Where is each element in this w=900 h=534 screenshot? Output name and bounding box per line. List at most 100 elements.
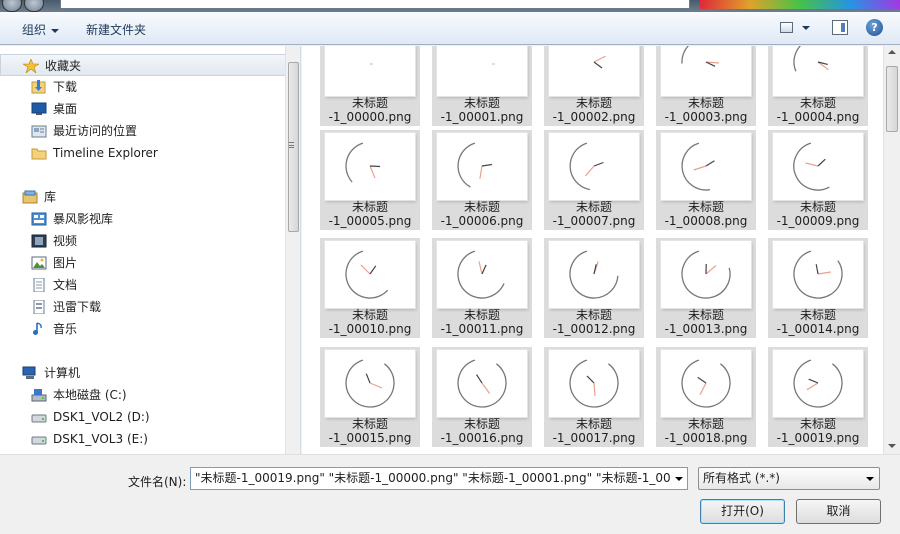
filename-label: 文件名(N): bbox=[128, 475, 187, 489]
download-library-icon bbox=[31, 300, 47, 314]
file-tile[interactable]: 未标题 -1_00005.png bbox=[320, 130, 420, 230]
nav-item[interactable]: Timeline Explorer bbox=[0, 142, 286, 164]
file-thumbnail bbox=[325, 241, 415, 308]
file-name-line2: -1_00007.png bbox=[552, 214, 636, 228]
new-folder-button[interactable]: 新建文件夹 bbox=[86, 21, 146, 38]
file-tile[interactable]: 未标题 -1_00004.png bbox=[768, 46, 868, 126]
file-name-line1: 未标题 bbox=[575, 308, 612, 322]
file-list-scrollbar[interactable] bbox=[883, 46, 900, 454]
file-tile[interactable]: 未标题 -1_00011.png bbox=[432, 238, 532, 338]
nav-item[interactable]: 最近访问的位置 bbox=[0, 120, 286, 142]
address-bar[interactable] bbox=[60, 0, 690, 9]
file-tile[interactable]: 未标题 -1_00013.png bbox=[656, 238, 756, 338]
file-tile[interactable]: 未标题 -1_00000.png bbox=[320, 46, 420, 126]
file-thumbnail bbox=[773, 241, 863, 308]
nav-item-label: 本地磁盘 (C:) bbox=[53, 388, 127, 402]
nav-item[interactable]: 计算机 bbox=[0, 362, 286, 384]
cancel-button[interactable]: 取消 bbox=[796, 499, 881, 524]
file-name-line1: 未标题 bbox=[687, 200, 724, 214]
file-tile[interactable]: 未标题 -1_00015.png bbox=[320, 347, 420, 447]
chevron-down-icon bbox=[866, 477, 874, 481]
file-thumbnail bbox=[661, 350, 751, 417]
nav-item[interactable]: 迅雷下载 bbox=[0, 296, 286, 318]
nav-item[interactable]: 本地磁盘 (C:) bbox=[0, 384, 286, 406]
filename-combobox[interactable]: "未标题-1_00019.png" "未标题-1_00000.png" "未标题… bbox=[190, 467, 688, 490]
file-name: 未标题 -1_00008.png bbox=[656, 200, 756, 228]
downloads-folder-icon bbox=[31, 80, 47, 94]
file-thumbnail bbox=[437, 350, 527, 417]
file-name-line2: -1_00011.png bbox=[440, 322, 524, 336]
file-name-line2: -1_00004.png bbox=[776, 110, 860, 124]
nav-item[interactable]: 视频 bbox=[0, 230, 286, 252]
file-tile[interactable]: 未标题 -1_00001.png bbox=[432, 46, 532, 126]
file-thumbnail bbox=[549, 46, 639, 96]
libraries-icon bbox=[22, 190, 38, 204]
nav-item[interactable]: 暴风影视库 bbox=[0, 208, 286, 230]
nav-item[interactable]: 收藏夹 bbox=[0, 54, 286, 76]
nav-item[interactable]: 音乐 bbox=[0, 318, 286, 340]
file-name-line1: 未标题 bbox=[351, 417, 388, 431]
back-forward-buttons[interactable] bbox=[2, 0, 48, 12]
drive-icon bbox=[31, 410, 47, 424]
nav-scrollbar[interactable] bbox=[285, 46, 300, 454]
file-name-line2: -1_00012.png bbox=[552, 322, 636, 336]
nav-item-label: 音乐 bbox=[53, 322, 78, 336]
file-name: 未标题 -1_00011.png bbox=[432, 308, 532, 336]
file-thumbnail bbox=[437, 241, 527, 308]
file-tile[interactable]: 未标题 -1_00007.png bbox=[544, 130, 644, 230]
file-tile[interactable]: 未标题 -1_00008.png bbox=[656, 130, 756, 230]
nav-item[interactable]: DSK1_VOL2 (D:) bbox=[0, 406, 286, 428]
file-thumbnail bbox=[325, 46, 415, 96]
file-thumbnail bbox=[661, 46, 751, 96]
file-name-line2: -1_00015.png bbox=[328, 431, 412, 445]
change-view-button[interactable] bbox=[780, 22, 814, 36]
nav-item-label: 收藏夹 bbox=[45, 59, 82, 73]
file-tile[interactable]: 未标题 -1_00010.png bbox=[320, 238, 420, 338]
help-icon[interactable]: ? bbox=[866, 19, 883, 36]
organize-menu-button[interactable]: 组织 bbox=[22, 21, 60, 38]
nav-item[interactable]: 库 bbox=[0, 186, 286, 208]
filename-value[interactable]: "未标题-1_00019.png" "未标题-1_00000.png" "未标题… bbox=[195, 468, 670, 489]
view-mode-icon bbox=[780, 22, 793, 33]
file-tile[interactable]: 未标题 -1_00018.png bbox=[656, 347, 756, 447]
nav-item[interactable]: 下载 bbox=[0, 76, 286, 98]
file-tile[interactable]: 未标题 -1_00019.png bbox=[768, 347, 868, 447]
file-tile[interactable]: 未标题 -1_00003.png bbox=[656, 46, 756, 126]
file-tile[interactable]: 未标题 -1_00012.png bbox=[544, 238, 644, 338]
scroll-down-icon[interactable] bbox=[888, 444, 896, 448]
file-name-line1: 未标题 bbox=[687, 96, 724, 110]
file-tile[interactable]: 未标题 -1_00014.png bbox=[768, 238, 868, 338]
preview-pane-toggle-icon[interactable] bbox=[832, 20, 848, 35]
file-tile[interactable]: 未标题 -1_00006.png bbox=[432, 130, 532, 230]
back-arrow-icon[interactable] bbox=[2, 0, 22, 12]
file-thumbnail bbox=[549, 350, 639, 417]
nav-item-label: DSK1_VOL3 (E:) bbox=[53, 432, 148, 446]
chevron-down-icon[interactable] bbox=[675, 477, 683, 481]
nav-item[interactable]: 文档 bbox=[0, 274, 286, 296]
title-strip bbox=[0, 0, 900, 12]
file-tile[interactable]: 未标题 -1_00002.png bbox=[544, 46, 644, 126]
file-tile[interactable]: 未标题 -1_00016.png bbox=[432, 347, 532, 447]
video-icon bbox=[31, 234, 47, 248]
forward-arrow-icon[interactable] bbox=[24, 0, 44, 12]
filetype-value: 所有格式 (*.*) bbox=[703, 471, 780, 485]
file-tile[interactable]: 未标题 -1_00009.png bbox=[768, 130, 868, 230]
file-tile[interactable]: 未标题 -1_00017.png bbox=[544, 347, 644, 447]
filetype-dropdown[interactable]: 所有格式 (*.*) bbox=[698, 467, 880, 490]
file-name-line1: 未标题 bbox=[799, 417, 836, 431]
nav-item-label: 桌面 bbox=[53, 102, 78, 116]
file-list-scrollbar-thumb[interactable] bbox=[886, 66, 898, 132]
file-name: 未标题 -1_00015.png bbox=[320, 417, 420, 445]
nav-item[interactable]: 图片 bbox=[0, 252, 286, 274]
file-name-line2: -1_00014.png bbox=[776, 322, 860, 336]
nav-item-label: 文档 bbox=[53, 278, 78, 292]
nav-item[interactable]: DSK1_VOL3 (E:) bbox=[0, 428, 286, 450]
open-button[interactable]: 打开(O) bbox=[700, 499, 785, 524]
chevron-down-icon bbox=[802, 26, 810, 30]
scroll-up-icon[interactable] bbox=[888, 50, 896, 54]
file-name: 未标题 -1_00017.png bbox=[544, 417, 644, 445]
thumbnail-grid: 未标题 -1_00000.png 未标题 -1_00001.png 未标题 -1_0000… bbox=[302, 46, 880, 454]
search-box[interactable] bbox=[700, 0, 900, 9]
nav-item[interactable]: 桌面 bbox=[0, 98, 286, 120]
nav-item-label: Timeline Explorer bbox=[53, 146, 158, 160]
